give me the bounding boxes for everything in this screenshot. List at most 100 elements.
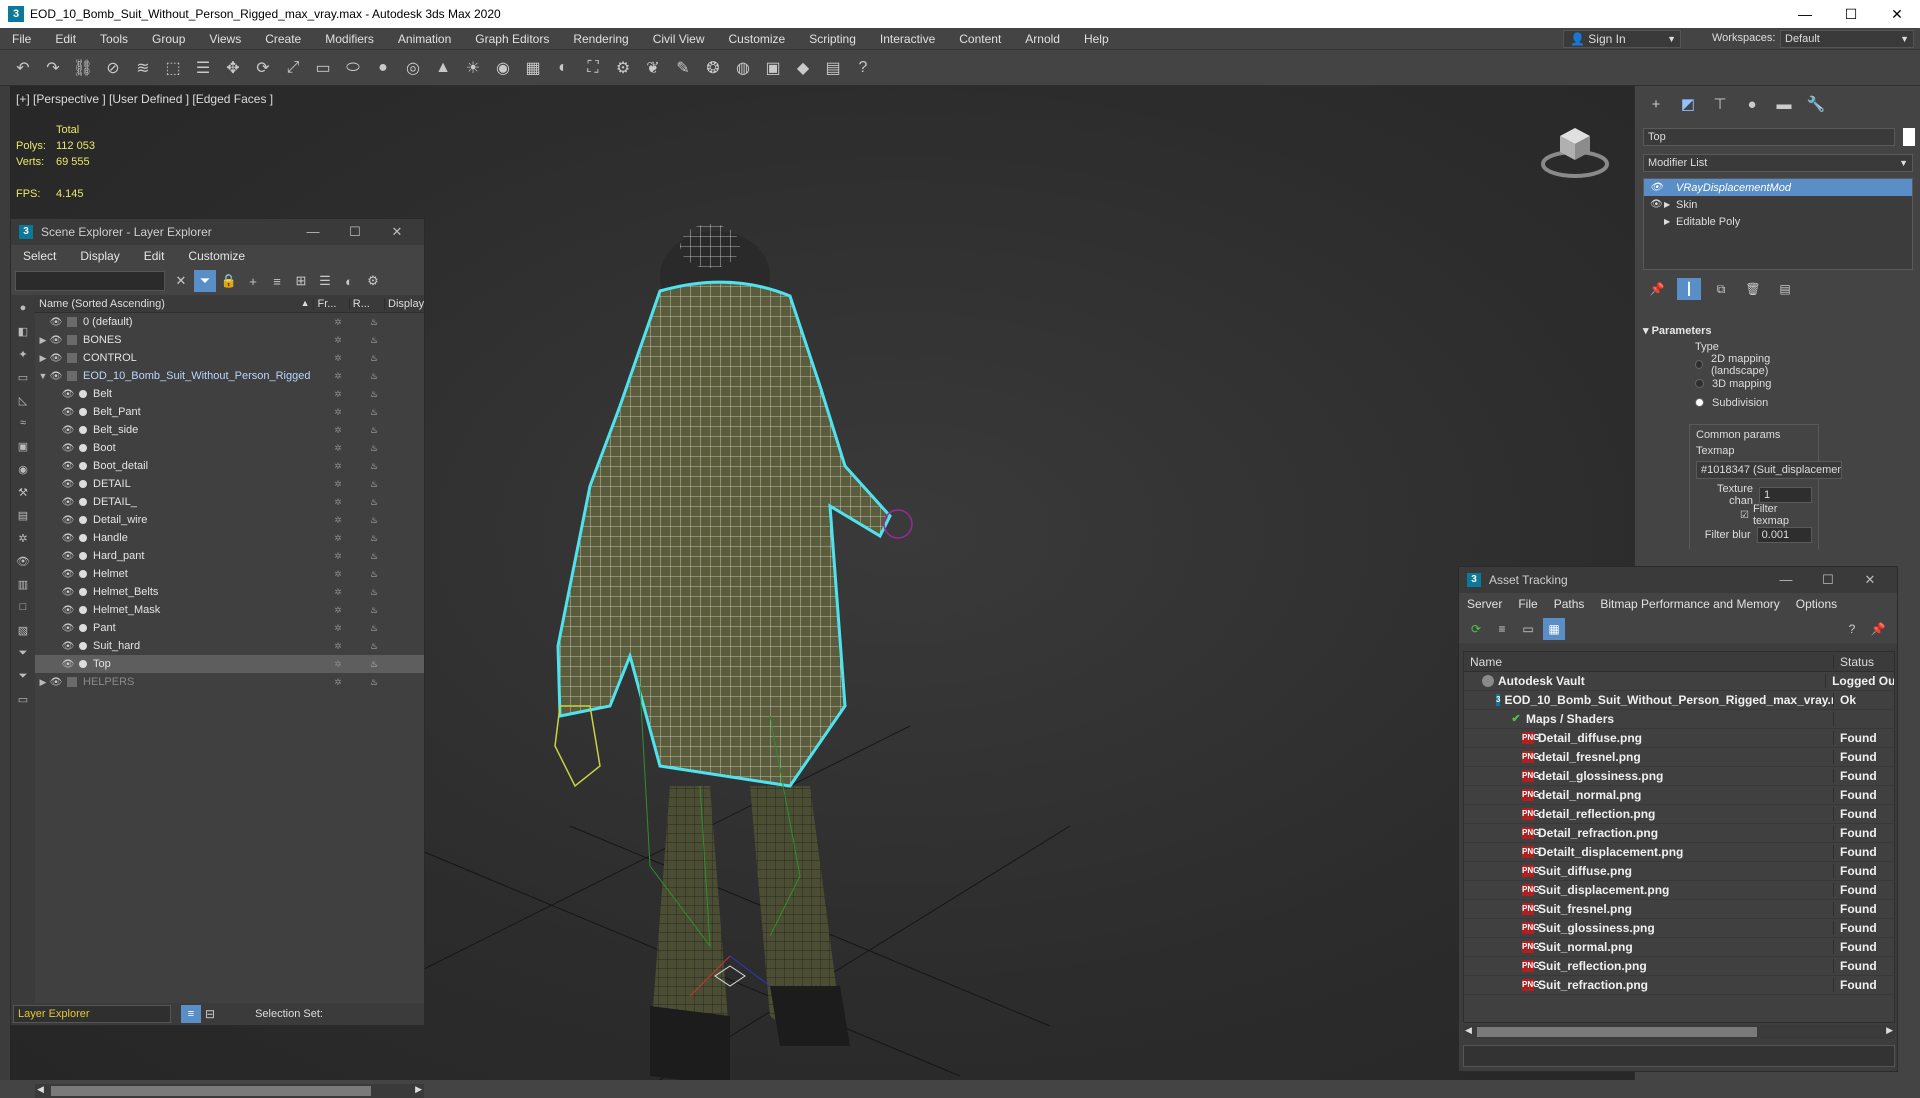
asset-row[interactable]: PNG detail_glossiness.png Found <box>1464 767 1894 786</box>
render-teapot-icon[interactable]: ♨ <box>364 371 384 382</box>
torus-icon[interactable]: ◎ <box>400 55 426 81</box>
help-icon[interactable]: ? <box>1841 618 1863 640</box>
asset-row[interactable]: PNG Suit_normal.png Found <box>1464 938 1894 957</box>
eye-icon[interactable]: 👁 <box>49 677 63 688</box>
asset-row[interactable]: PNG Suit_glossiness.png Found <box>1464 919 1894 938</box>
object-name-field[interactable]: Top <box>1643 128 1895 146</box>
frozen-icon[interactable]: ✲ <box>328 335 348 346</box>
thumbnail-view-icon[interactable]: ▭ <box>1517 618 1539 640</box>
eye-icon[interactable]: 👁 <box>61 641 75 652</box>
helpers-filter-icon[interactable]: ◺ <box>13 390 33 410</box>
minimize-button[interactable]: — <box>1782 0 1828 28</box>
viewcube[interactable] <box>1540 116 1610 186</box>
eye-icon[interactable]: 👁 <box>61 425 75 436</box>
maximize-button[interactable]: ☐ <box>334 219 376 245</box>
pin-stack-icon[interactable]: 📌 <box>1645 278 1669 300</box>
create-tab-icon[interactable]: + <box>1643 91 1669 117</box>
render-teapot-icon[interactable]: ♨ <box>364 317 384 328</box>
render-teapot-icon[interactable]: ♨ <box>364 389 384 400</box>
render-teapot-icon[interactable]: ♨ <box>364 623 384 634</box>
spacewarps-filter-icon[interactable]: ≈ <box>13 413 33 433</box>
link-icon[interactable]: ⛓ <box>70 55 96 81</box>
eye-icon[interactable]: 👁 <box>61 623 75 634</box>
settings-icon[interactable]: ⚙ <box>362 270 384 292</box>
eye-icon[interactable]: 👁 <box>61 587 75 598</box>
funnel-icon[interactable]: ⏷ <box>13 666 33 686</box>
asset-row[interactable]: PNG Suit_displacement.png Found <box>1464 881 1894 900</box>
layer-row[interactable]: 👁 Top ✲ ♨ <box>35 655 424 673</box>
menu-animation[interactable]: Animation <box>386 32 463 46</box>
search-input[interactable] <box>15 271 165 291</box>
column-status[interactable]: Status <box>1834 655 1874 669</box>
eye-icon[interactable]: 👁 <box>61 461 75 472</box>
frozen-icon[interactable]: ✲ <box>328 569 348 580</box>
render-teapot-icon[interactable]: ♨ <box>364 641 384 652</box>
horizontal-scrollbar[interactable]: ◀ ▶ <box>35 1084 424 1098</box>
motion-tab-icon[interactable]: ● <box>1739 91 1765 117</box>
frozen-icon[interactable]: ✲ <box>328 353 348 364</box>
lock-icon[interactable]: 🔒 <box>218 270 240 292</box>
render-icon[interactable]: ◆ <box>790 55 816 81</box>
texmap-button[interactable]: #1018347 (Suit_displacement <box>1696 461 1842 479</box>
asset-row[interactable]: PNG Suit_diffuse.png Found <box>1464 862 1894 881</box>
cameras-filter-icon[interactable]: ▭ <box>13 367 33 387</box>
asset-row[interactable]: PNG detail_reflection.png Found <box>1464 805 1894 824</box>
scene-explorer-titlebar[interactable]: 3 Scene Explorer - Layer Explorer — ☐ ✕ <box>11 219 424 245</box>
filter-icon[interactable]: ⏷ <box>194 270 216 292</box>
radio-2d-mapping[interactable]: 2D mapping (landscape) <box>1695 353 1813 377</box>
maximize-button[interactable]: ☐ <box>1828 0 1874 28</box>
render-teapot-icon[interactable]: ♨ <box>364 569 384 580</box>
render-teapot-icon[interactable]: ♨ <box>364 497 384 508</box>
object-color-swatch[interactable] <box>1903 128 1915 146</box>
frozen-icon[interactable]: ✲ <box>328 677 348 688</box>
none-filter-icon[interactable]: □ <box>13 597 33 617</box>
eye-icon[interactable]: 👁 <box>61 551 75 562</box>
sphere-icon[interactable]: ● <box>370 55 396 81</box>
frozen-icon[interactable]: ✲ <box>328 623 348 634</box>
asset-row[interactable]: PNG detail_normal.png Found <box>1464 786 1894 805</box>
modify-tab-icon[interactable]: ◩ <box>1675 91 1701 117</box>
se-menu-display[interactable]: Display <box>68 249 131 263</box>
horizontal-scrollbar[interactable]: ◀ ▶ <box>1463 1025 1895 1039</box>
stack-item-editable-poly[interactable]: ▶ Editable Poly <box>1644 213 1912 230</box>
select-object-icon[interactable]: ⬚ <box>160 55 186 81</box>
eye-icon[interactable]: 👁 <box>1650 182 1664 193</box>
eye-icon[interactable]: 👁 <box>61 659 75 670</box>
layer-row[interactable]: 👁 Pant ✲ ♨ <box>35 619 424 637</box>
render-teapot-icon[interactable]: ♨ <box>364 479 384 490</box>
proxy-icon[interactable]: ❂ <box>700 55 726 81</box>
rotate-icon[interactable]: ⟳ <box>250 55 276 81</box>
eye-icon[interactable]: 👁 <box>1650 199 1664 210</box>
layer-row[interactable]: 👁 Helmet_Mask ✲ ♨ <box>35 601 424 619</box>
expand-icon[interactable]: ▶ <box>37 335 49 346</box>
column-name[interactable]: Name (Sorted Ascending) ▲ <box>35 298 313 310</box>
material-icon[interactable]: ◐ <box>550 55 576 81</box>
close-button[interactable]: ✕ <box>376 219 418 245</box>
undo-icon[interactable]: ↶ <box>10 55 36 81</box>
render-teapot-icon[interactable]: ♨ <box>364 515 384 526</box>
frozen-icon[interactable]: ✲ <box>328 425 348 436</box>
eye-icon[interactable]: 👁 <box>61 479 75 490</box>
menu-edit[interactable]: Edit <box>43 32 88 46</box>
stack-item-vraydisplacementmod[interactable]: 👁 VRayDisplacementMod <box>1644 179 1912 196</box>
utilities-tab-icon[interactable]: 🔧 <box>1803 91 1829 117</box>
expand-icon[interactable]: ▶ <box>1664 217 1676 226</box>
asset-row[interactable]: PNG Suit_fresnel.png Found <box>1464 900 1894 919</box>
sign-in-dropdown[interactable]: 👤 Sign In ▼ <box>1563 30 1681 48</box>
frozen-icon[interactable]: ✲ <box>328 551 348 562</box>
explorer-mode-dropdown[interactable]: Layer Explorer <box>13 1005 171 1023</box>
render-teapot-icon[interactable]: ♨ <box>364 551 384 562</box>
hidden-filter-icon[interactable]: 👁 <box>13 551 33 571</box>
stack-icon[interactable]: ☰ <box>314 270 336 292</box>
scrollbar-thumb[interactable] <box>51 1086 371 1096</box>
frozen-icon[interactable]: ✲ <box>328 533 348 544</box>
sun-light-icon[interactable]: ☀ <box>460 55 486 81</box>
layer-row[interactable]: 👁 Belt_Pant ✲ ♨ <box>35 403 424 421</box>
layer-row[interactable]: 👁 Helmet ✲ ♨ <box>35 565 424 583</box>
layers-icon[interactable]: ≡ <box>266 270 288 292</box>
layer-row[interactable]: 👁 Detail_wire ✲ ♨ <box>35 511 424 529</box>
frozen-icon[interactable]: ✲ <box>328 641 348 652</box>
eye-icon[interactable]: 👁 <box>61 497 75 508</box>
layer-row[interactable]: 👁 Boot ✲ ♨ <box>35 439 424 457</box>
filter-blur-spinner[interactable]: 0.001 <box>1756 527 1812 543</box>
